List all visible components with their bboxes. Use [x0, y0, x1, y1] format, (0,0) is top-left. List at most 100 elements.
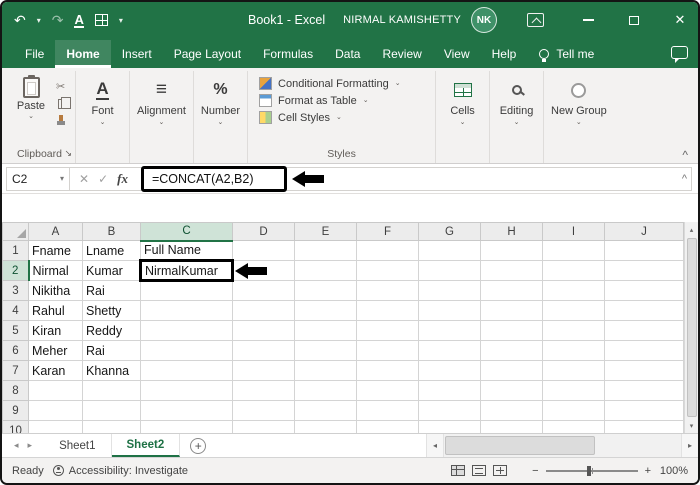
cell-C7[interactable] [141, 361, 233, 381]
minimize-button[interactable] [570, 2, 606, 38]
cell-C1[interactable]: Full Name [141, 241, 233, 261]
cell-F4[interactable] [357, 301, 419, 321]
scroll-up-icon[interactable]: ▴ [685, 222, 698, 237]
zoom-slider-thumb[interactable] [587, 466, 591, 476]
row-header-9[interactable]: 9 [3, 401, 29, 421]
cell-D4[interactable] [233, 301, 295, 321]
cell-B1[interactable]: Lname [83, 241, 141, 261]
undo-dropdown-icon[interactable]: ▾ [37, 16, 41, 25]
horizontal-scrollbar[interactable]: ◂ ▸ [426, 434, 698, 457]
cell-E9[interactable] [295, 401, 357, 421]
paste-button[interactable]: Paste ⌄ [13, 75, 49, 146]
zoom-out-icon[interactable]: − [532, 465, 538, 477]
cell-H1[interactable] [481, 241, 543, 261]
horizontal-scroll-track[interactable] [443, 434, 681, 457]
col-header-B[interactable]: B [83, 223, 141, 241]
cell-C6[interactable] [141, 341, 233, 361]
comments-icon[interactable] [671, 46, 688, 59]
scroll-down-icon[interactable]: ▾ [685, 418, 698, 433]
cell-A7[interactable]: Karan [29, 361, 83, 381]
tab-file[interactable]: File [14, 40, 55, 68]
cell-H8[interactable] [481, 381, 543, 401]
cell-J7[interactable] [605, 361, 684, 381]
underline-icon[interactable]: A [74, 13, 83, 28]
cell-I3[interactable] [543, 281, 605, 301]
cell-J2[interactable] [605, 261, 684, 281]
cell-F1[interactable] [357, 241, 419, 261]
name-box-dropdown-icon[interactable]: ▾ [60, 174, 64, 183]
expand-formula-bar-icon[interactable]: ^ [682, 173, 687, 185]
format-painter-icon[interactable] [59, 115, 63, 121]
cut-icon[interactable]: ✂ [56, 80, 66, 93]
next-sheet-icon[interactable]: ▸ [28, 440, 33, 451]
cell-D8[interactable] [233, 381, 295, 401]
clipboard-dialog-launcher-icon[interactable]: ↘ [64, 148, 72, 159]
zoom-slider[interactable] [546, 470, 638, 472]
cell-D10[interactable] [233, 421, 295, 434]
cell-I1[interactable] [543, 241, 605, 261]
cell-G10[interactable] [419, 421, 481, 434]
tab-help[interactable]: Help [481, 40, 528, 68]
cell-E3[interactable] [295, 281, 357, 301]
new-group-button[interactable]: New Group ⌄ [544, 71, 614, 163]
cell-I10[interactable] [543, 421, 605, 434]
account-name[interactable]: NIRMAL KAMISHETTY [343, 14, 461, 26]
row-header-4[interactable]: 4 [3, 301, 29, 321]
row-header-7[interactable]: 7 [3, 361, 29, 381]
accessibility-button[interactable]: Accessibility: Investigate [53, 465, 188, 477]
new-sheet-button[interactable]: + [190, 438, 206, 454]
cell-E2[interactable] [295, 261, 357, 281]
cell-H6[interactable] [481, 341, 543, 361]
cell-J9[interactable] [605, 401, 684, 421]
row-header-1[interactable]: 1 [3, 241, 29, 261]
col-header-D[interactable]: D [233, 223, 295, 241]
tab-home[interactable]: Home [55, 40, 110, 68]
undo-icon[interactable]: ↶ [14, 12, 26, 29]
cell-E6[interactable] [295, 341, 357, 361]
maximize-button[interactable] [616, 2, 652, 38]
cell-G5[interactable] [419, 321, 481, 341]
col-header-C[interactable]: C [141, 223, 233, 241]
cell-F5[interactable] [357, 321, 419, 341]
row-header-6[interactable]: 6 [3, 341, 29, 361]
cell-G2[interactable] [419, 261, 481, 281]
cell-B10[interactable] [83, 421, 141, 434]
cell-H4[interactable] [481, 301, 543, 321]
cell-J1[interactable] [605, 241, 684, 261]
cell-I9[interactable] [543, 401, 605, 421]
cell-C2[interactable]: NirmalKumar [141, 261, 233, 281]
borders-icon[interactable] [95, 14, 108, 26]
cell-E1[interactable] [295, 241, 357, 261]
tell-me[interactable]: Tell me [539, 47, 594, 68]
cell-D1[interactable] [233, 241, 295, 261]
font-group-button[interactable]: A Font ⌄ [76, 71, 130, 163]
close-button[interactable]: ✕ [662, 2, 698, 38]
cell-I7[interactable] [543, 361, 605, 381]
insert-function-icon[interactable]: fx [117, 171, 128, 187]
page-break-view-icon[interactable] [493, 465, 507, 476]
cell-A8[interactable] [29, 381, 83, 401]
col-header-E[interactable]: E [295, 223, 357, 241]
sheet-tab-sheet1[interactable]: Sheet1 [44, 434, 111, 457]
name-box[interactable]: C2 ▾ [6, 167, 70, 191]
copy-icon[interactable] [58, 99, 66, 109]
cell-A5[interactable]: Kiran [29, 321, 83, 341]
row-header-3[interactable]: 3 [3, 281, 29, 301]
cell-E7[interactable] [295, 361, 357, 381]
customize-qat-icon[interactable]: ▾ [119, 16, 123, 25]
cell-I5[interactable] [543, 321, 605, 341]
cell-D7[interactable] [233, 361, 295, 381]
cell-A10[interactable] [29, 421, 83, 434]
cell-A9[interactable] [29, 401, 83, 421]
col-header-F[interactable]: F [357, 223, 419, 241]
cell-F3[interactable] [357, 281, 419, 301]
cell-F10[interactable] [357, 421, 419, 434]
cancel-icon[interactable]: ✕ [79, 172, 89, 186]
scroll-right-icon[interactable]: ▸ [681, 434, 698, 457]
cell-B9[interactable] [83, 401, 141, 421]
vertical-scroll-thumb[interactable] [687, 238, 697, 417]
cell-styles-button[interactable]: Cell Styles ⌄ [259, 111, 426, 124]
cell-J10[interactable] [605, 421, 684, 434]
cell-B3[interactable]: Rai [83, 281, 141, 301]
formula-input[interactable]: =CONCAT(A2,B2) ^ [137, 167, 692, 191]
